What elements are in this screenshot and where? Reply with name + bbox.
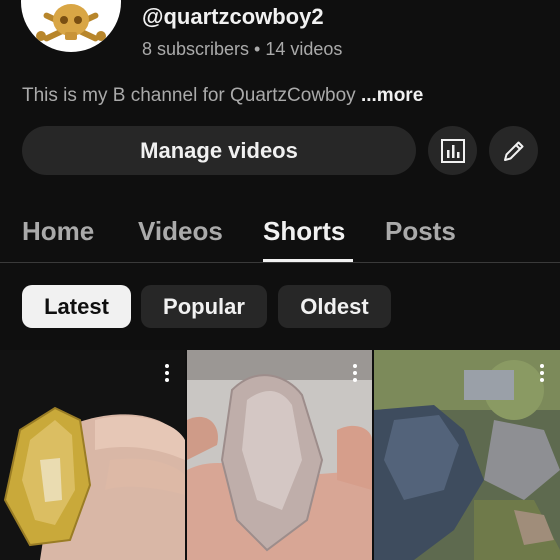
channel-meta: 8 subscribers • 14 videos <box>142 39 343 59</box>
pencil-icon <box>503 141 523 161</box>
short-thumbnail[interactable] <box>374 350 560 560</box>
channel-tabs: Home Videos Shorts Posts <box>0 208 560 263</box>
chip-popular[interactable]: Popular <box>141 285 267 328</box>
skull-crossbones-logo <box>36 4 106 42</box>
analytics-button[interactable] <box>428 126 477 175</box>
thumbnail-image <box>374 350 560 560</box>
channel-description[interactable]: This is my B channel for QuartzCowboy ..… <box>22 85 423 107</box>
more-link[interactable]: ...more <box>361 85 423 106</box>
short-thumbnail[interactable] <box>187 350 372 560</box>
more-vert-icon[interactable] <box>352 364 358 384</box>
channel-handle: @quartzcowboy2 <box>142 4 324 29</box>
manage-videos-button[interactable]: Manage videos <box>22 126 416 175</box>
analytics-icon <box>440 138 465 163</box>
chip-oldest[interactable]: Oldest <box>278 285 391 328</box>
tab-videos[interactable]: Videos <box>138 216 223 247</box>
active-tab-indicator <box>263 259 353 262</box>
thumbnail-image <box>0 350 185 560</box>
thumbnail-image <box>187 350 372 560</box>
tab-home[interactable]: Home <box>22 216 94 247</box>
chip-latest[interactable]: Latest <box>22 285 131 328</box>
short-thumbnail[interactable] <box>0 350 185 560</box>
edit-channel-button[interactable] <box>489 126 538 175</box>
tab-posts[interactable]: Posts <box>385 216 456 247</box>
more-vert-icon[interactable] <box>539 364 545 384</box>
description-text: This is my B channel for QuartzCowboy <box>22 85 361 106</box>
tab-shorts[interactable]: Shorts <box>263 216 345 247</box>
more-vert-icon[interactable] <box>164 364 170 384</box>
channel-avatar[interactable] <box>21 0 121 52</box>
